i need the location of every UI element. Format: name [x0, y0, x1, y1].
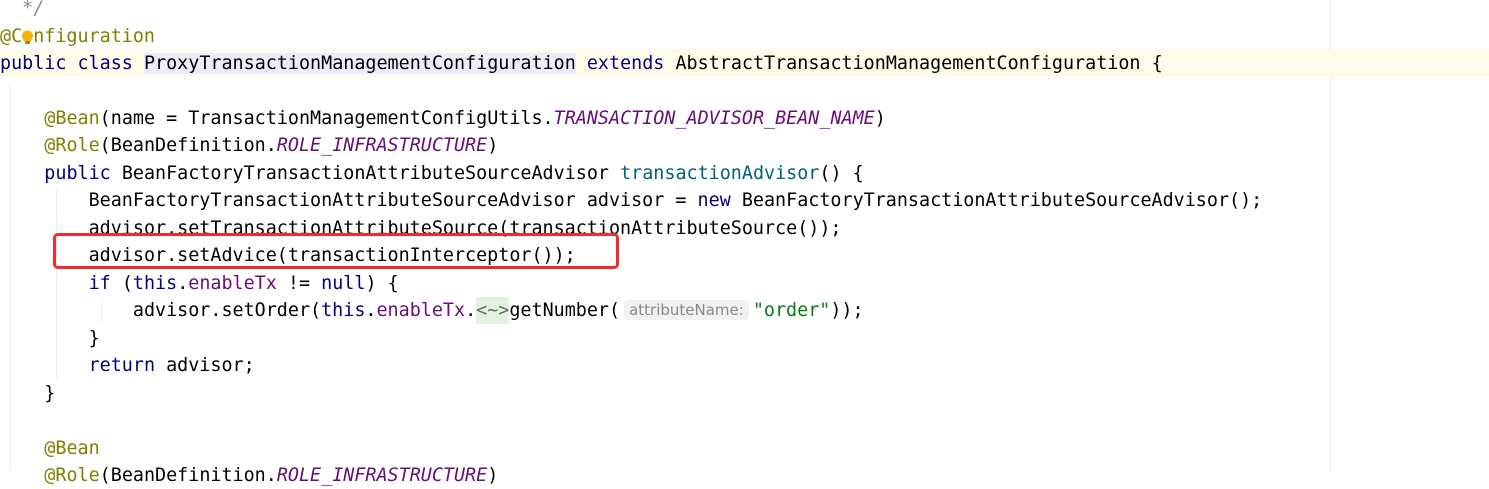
code-text: ) — [487, 465, 499, 486]
keyword: return — [88, 355, 156, 376]
comment: */ — [22, 0, 45, 19]
code-editor[interactable]: */ @Configuration public class ProxyTran… — [0, 0, 1489, 486]
keyword: null — [321, 273, 366, 294]
code-text: ) { — [365, 273, 399, 294]
code-line[interactable]: } — [0, 325, 1330, 352]
annotation: @Role — [44, 135, 100, 156]
constant: ROLE_INFRASTRUCTURE — [276, 135, 488, 156]
brace: { — [1151, 53, 1163, 74]
code-line[interactable]: @Role(BeanDefinition.ROLE_INFRASTRUCTURE… — [0, 462, 1330, 489]
code-text: ) — [487, 135, 499, 156]
code-line[interactable]: @Configuration — [0, 23, 1330, 50]
highlight-box — [53, 233, 619, 269]
annotation: @Bean — [44, 108, 100, 129]
code-text: . — [365, 300, 377, 321]
class-name[interactable]: ProxyTransactionManagementConfiguration — [143, 53, 576, 74]
code-line[interactable]: @Bean(name = TransactionManagementConfig… — [0, 105, 1330, 132]
code-line[interactable]: if (this.enableTx != null) { — [0, 270, 1330, 297]
code-text: (name = TransactionManagementConfigUtils… — [99, 108, 554, 129]
code-text: . — [465, 300, 477, 321]
keyword: this — [132, 273, 178, 294]
parameter-hint: attributeName: — [624, 300, 749, 320]
code-text: BeanFactoryTransactionAttributeSourceAdv… — [741, 190, 1263, 211]
code-text: BeanFactoryTransactionAttributeSourceAdv… — [88, 190, 698, 211]
code-text: (BeanDefinition. — [99, 135, 277, 156]
code-text: ) — [874, 108, 886, 129]
keyword: extends — [586, 53, 665, 74]
code-text: } — [44, 383, 56, 404]
keyword: class — [77, 53, 133, 74]
keyword: this — [321, 300, 366, 321]
code-text: != — [276, 273, 322, 294]
keyword: public — [44, 163, 111, 184]
constant: TRANSACTION_ADVISOR_BEAN_NAME — [553, 108, 875, 129]
annotation: @Bean — [44, 438, 100, 459]
keyword: public — [0, 53, 67, 74]
code-line-current[interactable]: public class ProxyTransactionManagementC… — [0, 50, 1489, 77]
code-line[interactable]: BeanFactoryTransactionAttributeSourceAdv… — [0, 187, 1330, 214]
folded-generic-button[interactable]: <~> — [476, 297, 510, 324]
method-name[interactable]: transactionAdvisor — [620, 163, 819, 184]
return-type: BeanFactoryTransactionAttributeSourceAdv… — [121, 163, 609, 184]
code-text: getNumber( — [509, 300, 621, 321]
code-line[interactable]: @Role(BeanDefinition.ROLE_INFRASTRUCTURE… — [0, 132, 1330, 159]
code-text: . — [177, 273, 189, 294]
code-text: (BeanDefinition. — [99, 465, 277, 486]
super-class[interactable]: AbstractTransactionManagementConfigurati… — [675, 53, 1140, 74]
annotation: @Role — [44, 465, 100, 486]
code-line[interactable]: } — [0, 380, 1330, 407]
code-text: } — [88, 328, 100, 349]
constant: ROLE_INFRASTRUCTURE — [276, 465, 488, 486]
code-text: advisor; — [166, 355, 255, 376]
code-text: advisor.setOrder( — [132, 300, 322, 321]
keyword: new — [697, 190, 731, 211]
code-line[interactable]: */ — [0, 0, 1330, 22]
lightbulb-icon[interactable] — [21, 30, 34, 46]
code-line[interactable]: advisor.setOrder(this.enableTx.<~>getNum… — [0, 297, 1330, 324]
code-text: () { — [819, 163, 864, 184]
code-line[interactable]: return advisor; — [0, 352, 1330, 379]
field: enableTx — [376, 300, 466, 321]
code-text: )); — [830, 300, 864, 321]
code-line[interactable]: @Bean — [0, 435, 1330, 462]
keyword: if — [88, 273, 111, 294]
code-text: ( — [121, 273, 133, 294]
string-literal: "order" — [752, 300, 831, 321]
field: enableTx — [188, 273, 277, 294]
code-line[interactable]: public BeanFactoryTransactionAttributeSo… — [0, 160, 1330, 187]
